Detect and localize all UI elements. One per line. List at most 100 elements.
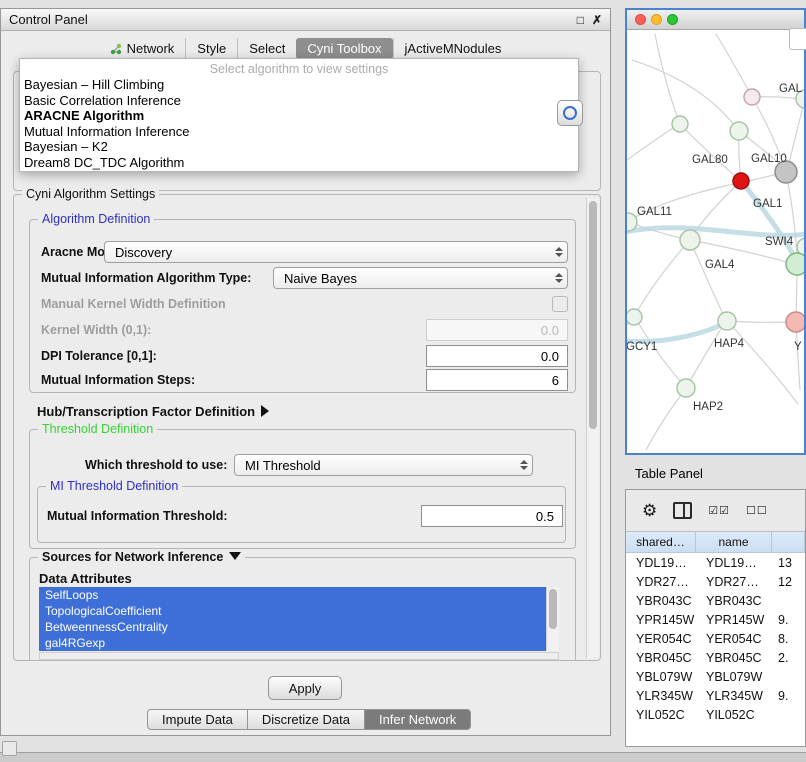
- network-node[interactable]: [718, 312, 736, 330]
- network-node[interactable]: [627, 309, 642, 325]
- network-canvas[interactable]: GALGAL80GAL10GAL11GAL1SWI4GAL4GCY1HAP4YH…: [627, 30, 804, 453]
- aracne-mode-combobox[interactable]: Discovery: [104, 241, 568, 263]
- network-edge-thick[interactable]: [627, 324, 723, 342]
- deselect-all-checkboxes-icon[interactable]: ☐☐: [746, 504, 768, 517]
- network-edge[interactable]: [627, 128, 673, 160]
- tab-impute-data[interactable]: Impute Data: [147, 709, 248, 730]
- minimize-traffic-light-icon[interactable]: [651, 14, 662, 25]
- column-header[interactable]: name: [696, 532, 772, 552]
- dropdown-item[interactable]: Bayesian – K2: [20, 139, 578, 155]
- mi-steps-field[interactable]: 6: [426, 369, 568, 391]
- network-edge[interactable]: [694, 181, 741, 233]
- attributes-list-scrollbar[interactable]: [546, 587, 559, 651]
- table-row[interactable]: YPR145WYPR145W9.: [626, 610, 805, 629]
- attribute-item[interactable]: TopologicalCoefficient: [39, 603, 546, 619]
- dropdown-item[interactable]: Mutual Information Inference: [20, 124, 578, 140]
- network-edge[interactable]: [639, 324, 686, 388]
- tab-jactivemnodules[interactable]: jActiveMNodules: [393, 38, 513, 59]
- table-row[interactable]: YBR045CYBR045C2.: [626, 648, 805, 667]
- network-edge[interactable]: [690, 240, 723, 314]
- network-node[interactable]: [786, 253, 804, 275]
- combobox-value: Naive Bayes: [284, 271, 357, 286]
- tab-infer-network[interactable]: Infer Network: [365, 709, 471, 730]
- refresh-button[interactable]: [557, 100, 583, 126]
- network-node[interactable]: [786, 312, 804, 332]
- table-cell: YER054C: [700, 632, 774, 646]
- column-header[interactable]: shared…: [626, 532, 696, 552]
- network-node-label: SWI4: [765, 236, 794, 248]
- network-node[interactable]: [730, 122, 748, 140]
- dropdown-item[interactable]: Basic Correlation Inference: [20, 93, 578, 109]
- dpi-tolerance-field[interactable]: 0.0: [426, 345, 568, 367]
- table-body: YDL19…YDL19…13YDR27…YDR27…12YBR043CYBR04…: [626, 553, 805, 746]
- select-all-checkboxes-icon[interactable]: ☑☑: [708, 504, 730, 517]
- table-row[interactable]: YBL079WYBL079W: [626, 667, 805, 686]
- network-node[interactable]: [733, 173, 749, 189]
- algorithm-dropdown-popup: Select algorithm to view settings Bayesi…: [19, 58, 579, 172]
- table-cell: YBR043C: [626, 594, 700, 608]
- kernel-width-field[interactable]: 0.0: [426, 319, 568, 341]
- gear-icon[interactable]: ⚙: [642, 502, 657, 519]
- manual-kernel-checkbox[interactable]: [552, 296, 568, 312]
- collapsed-panel-icon[interactable]: [2, 741, 17, 756]
- float-window-icon[interactable]: □: [577, 13, 584, 27]
- tab-select[interactable]: Select: [237, 38, 296, 59]
- table-row[interactable]: YIL052CYIL052C: [626, 705, 805, 724]
- network-edge[interactable]: [789, 99, 804, 163]
- table-cell: 12: [774, 575, 805, 589]
- attribute-item[interactable]: BetweennessCentrality: [39, 619, 546, 635]
- dropdown-item[interactable]: Bayesian – Hill Climbing: [20, 77, 578, 93]
- table-cell: YDL19…: [626, 556, 700, 570]
- attributes-hscrollbar[interactable]: [39, 652, 559, 660]
- network-edge[interactable]: [638, 240, 690, 310]
- attribute-item[interactable]: gal4RGexp: [39, 635, 546, 651]
- attributes-scrollbar-thumb[interactable]: [549, 589, 557, 629]
- network-node[interactable]: [680, 230, 700, 250]
- network-node[interactable]: [672, 116, 688, 132]
- mi-steps-label: Mutual Information Steps:: [41, 373, 195, 387]
- network-window-titlebar: [627, 10, 804, 30]
- data-attributes-label: Data Attributes: [39, 571, 132, 586]
- table-row[interactable]: YDR27…YDR27…12: [626, 572, 805, 591]
- tab-label: Style: [197, 41, 226, 56]
- network-edge-thick[interactable]: [741, 181, 797, 262]
- settings-scrollbar[interactable]: [586, 198, 599, 658]
- table-cell: YBL079W: [626, 670, 700, 684]
- network-node[interactable]: [744, 89, 760, 105]
- dropdown-item[interactable]: Dream8 DC_TDC Algorithm: [20, 155, 578, 171]
- apply-button[interactable]: Apply: [268, 676, 342, 700]
- network-node[interactable]: [677, 379, 695, 397]
- network-tools-box[interactable]: [789, 28, 806, 50]
- sources-section-toggle[interactable]: Sources for Network Inference: [38, 550, 245, 564]
- group-title: Cyni Algorithm Settings: [22, 187, 159, 201]
- close-traffic-light-icon[interactable]: [635, 14, 646, 25]
- tab-cyni-toolbox[interactable]: Cyni Toolbox: [296, 38, 392, 59]
- column-header[interactable]: [772, 532, 805, 552]
- tab-network[interactable]: Network: [99, 38, 186, 59]
- settings-scrollbar-thumb[interactable]: [589, 201, 597, 429]
- hub-section-toggle[interactable]: Hub/Transcription Factor Definition: [37, 404, 269, 419]
- network-edge[interactable]: [646, 388, 686, 450]
- group-title: Algorithm Definition: [38, 212, 154, 226]
- network-edge[interactable]: [716, 34, 752, 97]
- tab-discretize-data[interactable]: Discretize Data: [248, 709, 365, 730]
- mi-algorithm-type-combobox[interactable]: Naive Bayes: [273, 267, 568, 289]
- attribute-item[interactable]: SelfLoops: [39, 587, 546, 603]
- sources-title: Sources for Network Inference: [42, 550, 223, 564]
- table-row[interactable]: YER054CYER054C8.: [626, 629, 805, 648]
- table-row[interactable]: YBR043CYBR043C: [626, 591, 805, 610]
- dpi-tolerance-label: DPI Tolerance [0,1]:: [41, 349, 157, 363]
- zoom-traffic-light-icon[interactable]: [667, 14, 678, 25]
- control-panel-titlebar: Control Panel □ ✗: [1, 9, 610, 31]
- network-edge[interactable]: [727, 321, 798, 404]
- network-node-label: GAL10: [751, 153, 787, 165]
- which-threshold-combobox[interactable]: MI Threshold: [234, 454, 533, 476]
- network-node-label: GAL80: [692, 154, 728, 166]
- table-row[interactable]: YLR345WYLR345W9.: [626, 686, 805, 705]
- dropdown-item-selected[interactable]: ARACNE Algorithm: [20, 108, 578, 124]
- table-row[interactable]: YDL19…YDL19…13: [626, 553, 805, 572]
- tab-style[interactable]: Style: [185, 38, 237, 59]
- mi-threshold-field[interactable]: 0.5: [421, 505, 563, 527]
- close-window-icon[interactable]: ✗: [592, 13, 602, 27]
- column-selector-icon[interactable]: [673, 502, 692, 519]
